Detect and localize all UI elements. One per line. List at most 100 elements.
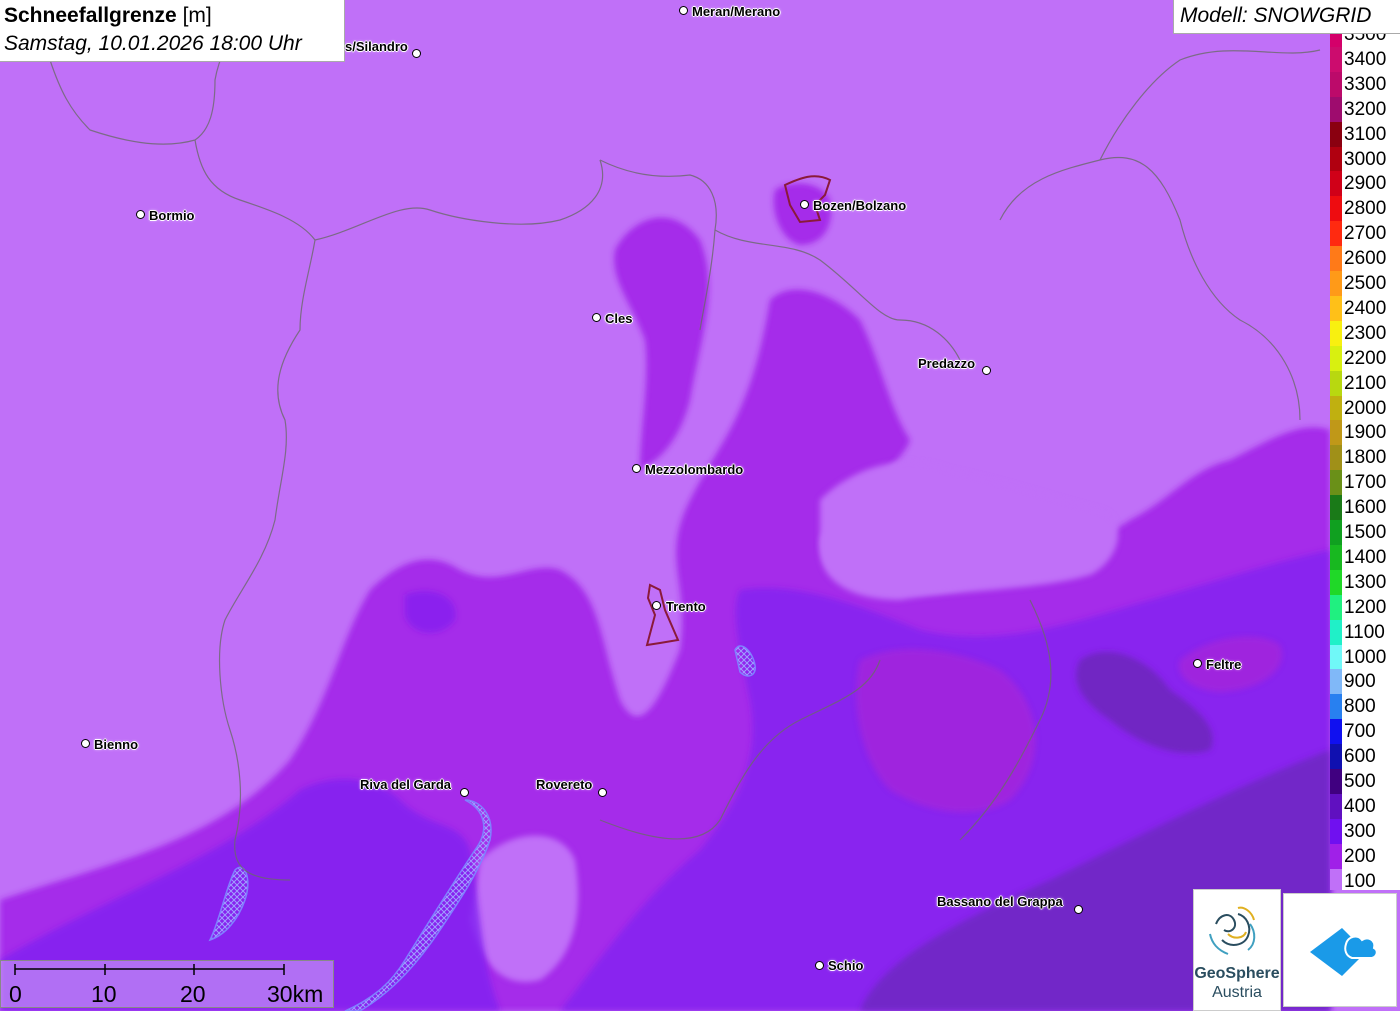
legend-swatch <box>1330 694 1342 720</box>
city-marker-icon[interactable] <box>460 788 469 797</box>
legend-row: 2400 <box>1330 295 1400 321</box>
geosphere-line2: Austria <box>1212 984 1262 1001</box>
snowfall-limit-map[interactable] <box>0 0 1400 1011</box>
legend-label: 2100 <box>1344 372 1387 394</box>
legend-swatch <box>1330 495 1342 521</box>
legend-label: 100 <box>1344 870 1376 890</box>
legend-label: 2000 <box>1344 397 1387 419</box>
city-marker-icon[interactable] <box>632 464 641 473</box>
legend-label: 3200 <box>1344 98 1387 120</box>
legend-row: 400 <box>1330 793 1400 819</box>
scale-label-30km: 30km <box>267 981 324 1007</box>
legend-swatch <box>1330 146 1342 172</box>
legend-label: 600 <box>1344 746 1376 768</box>
legend-row: 1200 <box>1330 594 1400 620</box>
legend-row: 2700 <box>1330 221 1400 247</box>
legend-row: 1800 <box>1330 445 1400 471</box>
legend-swatch <box>1330 121 1342 147</box>
legend-row: 2600 <box>1330 246 1400 272</box>
legend-swatch <box>1330 445 1342 471</box>
city-marker-icon[interactable] <box>81 739 90 748</box>
city-label[interactable]: Mezzolombardo <box>645 462 743 478</box>
legend-swatch <box>1330 320 1342 346</box>
legend-label: 1500 <box>1344 522 1387 543</box>
city-label[interactable]: Schio <box>828 958 863 974</box>
legend-swatch <box>1330 544 1342 570</box>
legend-swatch <box>1330 395 1342 421</box>
city-marker-icon[interactable] <box>982 366 991 375</box>
legend-swatch <box>1330 171 1342 197</box>
legend-label: 1600 <box>1344 497 1387 519</box>
scale-label-10: 10 <box>91 981 117 1007</box>
legend-row: 2900 <box>1330 171 1400 197</box>
legend-label: 1300 <box>1344 571 1387 593</box>
city-label[interactable]: Bienno <box>94 737 138 753</box>
legend-label: 300 <box>1344 820 1376 842</box>
city-marker-icon[interactable] <box>412 49 421 58</box>
legend-swatch <box>1330 295 1342 321</box>
city-marker-icon[interactable] <box>800 200 809 209</box>
legend-label: 1800 <box>1344 447 1387 469</box>
city-label[interactable]: Trento <box>666 599 706 615</box>
legend-swatch <box>1330 370 1342 396</box>
city-marker-icon[interactable] <box>1074 905 1083 914</box>
city-label[interactable]: Feltre <box>1206 657 1241 673</box>
legend-row: 1100 <box>1330 619 1400 645</box>
legend-label: 1900 <box>1344 422 1387 444</box>
geosphere-mark-icon <box>1209 906 1256 955</box>
city-label[interactable]: Meran/Merano <box>692 4 780 20</box>
legend-label: 3400 <box>1344 48 1387 70</box>
legend-label: 900 <box>1344 671 1376 693</box>
map-datetime: Samstag, 10.01.2026 18:00 Uhr <box>4 32 302 55</box>
legend-row: 900 <box>1330 669 1400 695</box>
legend-row: 1900 <box>1330 420 1400 446</box>
geosphere-line1: GeoSphere <box>1194 965 1280 982</box>
mountain-cloud-icon <box>1310 928 1378 976</box>
city-label[interactable]: Bormio <box>149 208 195 224</box>
city-label[interactable]: Bassano del Grappa <box>937 894 1063 910</box>
legend-row: 800 <box>1330 694 1400 720</box>
legend-row: 1600 <box>1330 495 1400 521</box>
app-logo[interactable] <box>1283 893 1397 1007</box>
legend-label: 2300 <box>1344 322 1387 344</box>
legend-swatch <box>1330 719 1342 745</box>
legend-swatch <box>1330 71 1342 97</box>
city-label[interactable]: Rovereto <box>536 777 592 793</box>
legend-swatch <box>1330 196 1342 222</box>
geosphere-austria-logo[interactable]: GeoSphere Austria <box>1193 889 1281 1011</box>
scale-label-20: 20 <box>180 981 206 1007</box>
legend-label: 2500 <box>1344 273 1387 294</box>
legend-label: 200 <box>1344 845 1376 867</box>
legend-swatch <box>1330 46 1342 72</box>
city-label[interactable]: Riva del Garda <box>360 777 451 793</box>
legend-swatch <box>1330 793 1342 819</box>
city-label[interactable]: Cles <box>605 311 632 327</box>
legend-swatch <box>1330 271 1342 296</box>
color-legend: 3500 3400 3300 3200 3100 3000 2900 2800 2700 2600… <box>1330 34 1400 890</box>
city-marker-icon[interactable] <box>136 210 145 219</box>
legend-swatch <box>1330 594 1342 620</box>
legend-row: 300 <box>1330 818 1400 844</box>
legend-row: 200 <box>1330 843 1400 869</box>
legend-label: 3100 <box>1344 123 1387 145</box>
legend-label: 1000 <box>1344 646 1387 668</box>
city-marker-icon[interactable] <box>815 961 824 970</box>
legend-row: 3300 <box>1330 71 1400 97</box>
city-marker-icon[interactable] <box>592 313 601 322</box>
legend-row: 600 <box>1330 744 1400 770</box>
city-marker-icon[interactable] <box>679 6 688 15</box>
legend-row: 2500 <box>1330 271 1400 296</box>
legend-label: 2800 <box>1344 198 1387 220</box>
city-marker-icon[interactable] <box>1193 659 1202 668</box>
city-label[interactable]: s/Silandro <box>345 39 408 55</box>
city-label[interactable]: Bozen/Bolzano <box>813 198 906 214</box>
legend-row: 1700 <box>1330 470 1400 496</box>
city-marker-icon[interactable] <box>652 601 661 610</box>
city-marker-icon[interactable] <box>598 788 607 797</box>
legend-swatch <box>1330 744 1342 770</box>
legend-label: 3000 <box>1344 148 1387 170</box>
city-label[interactable]: Predazzo <box>918 356 975 372</box>
title-name: Schneefallgrenze <box>4 4 177 27</box>
legend-label: 2400 <box>1344 297 1387 319</box>
legend-row: 2200 <box>1330 345 1400 371</box>
